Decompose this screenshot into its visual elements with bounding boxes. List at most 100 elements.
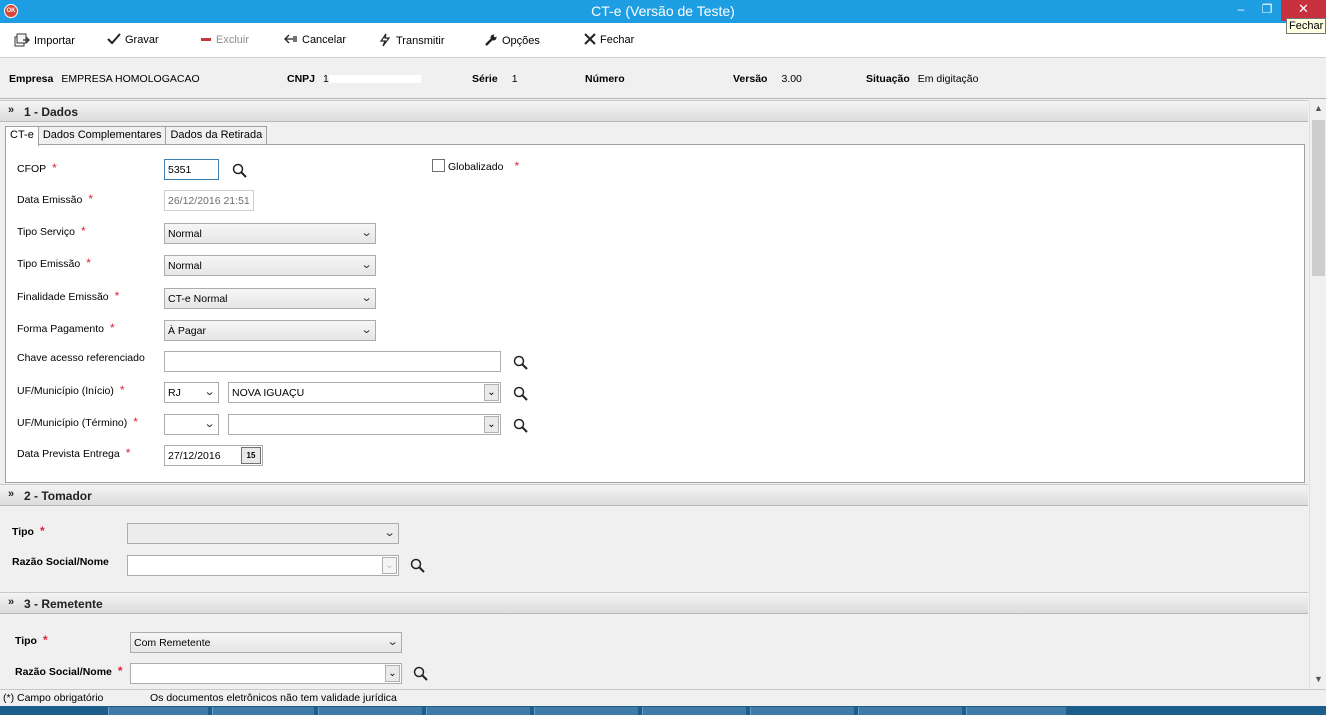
- section-dados-header[interactable]: » 1 - Dados: [0, 100, 1308, 122]
- toolbar: Importar Gravar Excluir Cancelar Transmi…: [0, 23, 1326, 58]
- fechar-label: Fechar: [600, 34, 635, 46]
- taskbar-item[interactable]: [534, 707, 638, 715]
- chave-search-icon[interactable]: [513, 355, 531, 373]
- data-emissao-field: 26/12/2016 21:51: [164, 190, 254, 211]
- data-prevista-label: Data Prevista Entrega *: [17, 446, 131, 460]
- chave-acesso-label: Chave acesso referenciado: [17, 352, 145, 364]
- situacao-label: Situação: [866, 73, 910, 85]
- cancelar-label: Cancelar: [302, 33, 347, 46]
- tomador-tipo-select[interactable]: ⌄: [127, 523, 399, 544]
- forma-pagamento-select[interactable]: À Pagar ⌄: [164, 320, 376, 341]
- section-remetente-title: 3 - Remetente: [24, 597, 103, 611]
- forma-pagamento-label: Forma Pagamento *: [17, 321, 115, 335]
- data-prevista-input[interactable]: 27/12/2016 15: [164, 445, 263, 466]
- tomador-razao-select[interactable]: ⌄: [127, 555, 399, 576]
- minus-icon: [200, 33, 212, 46]
- uf-inicio-select[interactable]: RJ ⌄: [164, 382, 219, 403]
- taskbar-item[interactable]: [318, 707, 422, 715]
- remetente-razao-select[interactable]: ⌄: [130, 663, 402, 684]
- cancelar-button[interactable]: Cancelar: [284, 33, 346, 46]
- numero-label: Número: [585, 73, 625, 85]
- serie-info: Série 1: [472, 73, 518, 85]
- fechar-button[interactable]: Fechar: [584, 33, 634, 47]
- situacao-value: Em digitação: [917, 73, 979, 85]
- cnpj-redacted: [328, 75, 421, 84]
- tab-dados-retirada[interactable]: Dados da Retirada: [165, 126, 268, 145]
- section-tomador-title: 2 - Tomador: [24, 489, 92, 503]
- vertical-scrollbar[interactable]: ▲ ▼: [1309, 100, 1326, 688]
- section-remetente-header[interactable]: » 3 - Remetente: [0, 592, 1308, 614]
- document-info-bar: Empresa EMPRESA HOMOLOGACAO CNPJ 1 Série 1 …: [0, 59, 1326, 99]
- uf-inicio-search-icon[interactable]: [513, 386, 531, 404]
- remetente-tipo-select[interactable]: Com Remetente ⌄: [130, 632, 402, 653]
- serie-value: 1: [511, 73, 518, 85]
- campo-obrigatorio-note: (*) Campo obrigatório: [3, 692, 104, 704]
- uf-termino-search-icon[interactable]: [513, 418, 531, 436]
- back-arrow-icon: [284, 33, 298, 46]
- tipo-servico-label: Tipo Serviço *: [17, 224, 86, 238]
- scroll-down-icon[interactable]: ▼: [1310, 671, 1326, 688]
- transmitir-label: Transmitir: [396, 35, 445, 47]
- uf-termino-select[interactable]: ⌄: [164, 414, 219, 435]
- close-tooltip: Fechar: [1286, 18, 1326, 34]
- lightning-icon: [378, 33, 392, 49]
- taskbar-item[interactable]: [858, 707, 962, 715]
- uf-inicio-label: UF/Município (Início) *: [17, 383, 125, 397]
- serie-label: Série: [472, 73, 498, 85]
- os-taskbar: [0, 706, 1326, 715]
- chevron-down-icon: ⌄: [203, 386, 216, 398]
- scrollbar-thumb[interactable]: [1312, 120, 1325, 276]
- minimize-button[interactable]: –: [1228, 0, 1254, 21]
- taskbar-item[interactable]: [108, 707, 208, 715]
- chevron-down-icon: ⌄: [382, 557, 397, 574]
- excluir-button[interactable]: Excluir: [200, 33, 249, 46]
- remetente-tipo-label: Tipo *: [15, 633, 48, 647]
- collapse-chevron-icon: »: [8, 104, 15, 116]
- chevron-down-icon: ⌄: [203, 418, 216, 430]
- tipo-emissao-select[interactable]: Normal ⌄: [164, 255, 376, 276]
- opcoes-label: Opções: [502, 35, 540, 47]
- transmitir-button[interactable]: Transmitir: [378, 33, 444, 49]
- situacao-info: Situação Em digitação: [866, 73, 978, 85]
- tomador-razao-label: Razão Social/Nome: [12, 556, 109, 568]
- gravar-button[interactable]: Gravar: [107, 33, 159, 47]
- taskbar-item[interactable]: [426, 707, 530, 715]
- chevron-down-icon: ⌄: [360, 292, 373, 304]
- globalizado-checkbox[interactable]: [432, 159, 445, 172]
- maximize-button[interactable]: ❐: [1254, 0, 1280, 21]
- chevron-down-icon: ⌄: [360, 227, 373, 239]
- municipio-inicio-select[interactable]: NOVA IGUAÇU ⌄: [228, 382, 501, 403]
- taskbar-item[interactable]: [966, 707, 1066, 715]
- tomador-search-icon[interactable]: [410, 558, 428, 576]
- numero-info: Número: [585, 73, 633, 85]
- municipio-termino-select[interactable]: ⌄: [228, 414, 501, 435]
- section-tomador-header[interactable]: » 2 - Tomador: [0, 484, 1308, 506]
- cfop-input[interactable]: 5351: [164, 159, 219, 180]
- scroll-up-icon[interactable]: ▲: [1310, 100, 1326, 117]
- chave-acesso-input[interactable]: [164, 351, 501, 372]
- calendar-icon[interactable]: 15: [241, 447, 261, 464]
- tipo-servico-select[interactable]: Normal ⌄: [164, 223, 376, 244]
- chevron-down-icon: ⌄: [484, 416, 499, 433]
- taskbar-item[interactable]: [212, 707, 314, 715]
- window-title: CT-e (Versão de Teste): [591, 3, 735, 19]
- required-mark: *: [52, 161, 57, 175]
- form-content: » 1 - Dados CT-e Dados Complementares Da…: [0, 100, 1308, 688]
- collapse-chevron-icon: »: [8, 488, 15, 500]
- cfop-search-icon[interactable]: [232, 163, 250, 181]
- collapse-chevron-icon: »: [8, 596, 15, 608]
- tipo-emissao-label: Tipo Emissão *: [17, 256, 91, 270]
- taskbar-item[interactable]: [750, 707, 854, 715]
- data-emissao-label: Data Emissão *: [17, 192, 94, 206]
- chevron-down-icon: ⌄: [385, 665, 400, 682]
- dados-tabs: CT-e Dados Complementares Dados da Retir…: [5, 126, 268, 146]
- validade-juridica-note: Os documentos eletrônicos não tem valida…: [150, 692, 397, 704]
- tab-dados-complementares[interactable]: Dados Complementares: [37, 126, 167, 145]
- tab-cte[interactable]: CT-e: [5, 126, 39, 146]
- importar-button[interactable]: Importar: [14, 33, 75, 49]
- taskbar-item[interactable]: [642, 707, 746, 715]
- finalidade-emissao-select[interactable]: CT-e Normal ⌄: [164, 288, 376, 309]
- cnpj-label: CNPJ: [287, 73, 316, 85]
- remetente-search-icon[interactable]: [413, 666, 431, 684]
- opcoes-button[interactable]: Opções: [484, 33, 540, 49]
